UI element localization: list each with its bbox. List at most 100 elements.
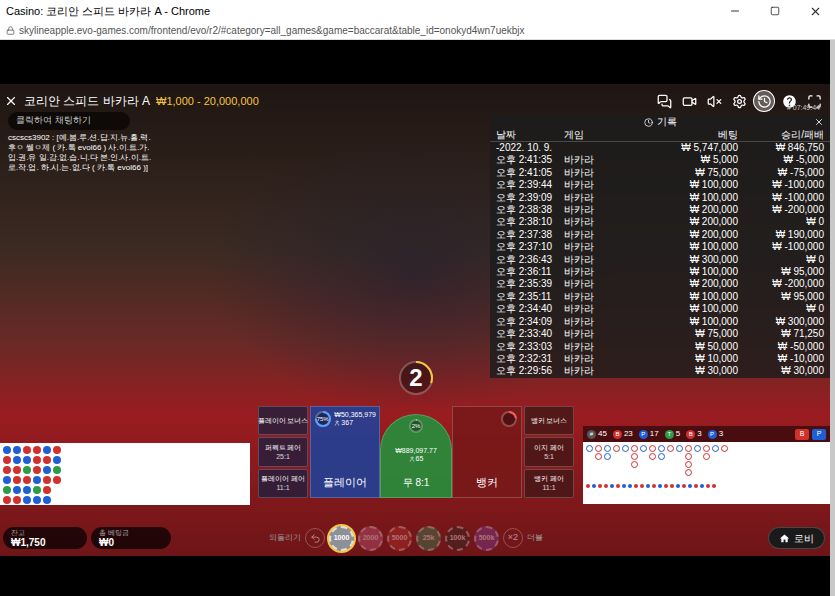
history-row[interactable]: 오후 2:37:10바카라₩ 100,000₩ -100,000 bbox=[490, 241, 830, 253]
history-row[interactable]: 오후 2:35:39바카라₩ 200,000₩ -200,000 bbox=[490, 278, 830, 290]
history-row[interactable]: 오후 2:38:38바카라₩ 200,000₩ -200,000 bbox=[490, 204, 830, 216]
chat-button[interactable] bbox=[654, 91, 674, 111]
side-bet-label: 플레이어 보너스 bbox=[258, 416, 309, 425]
row-result: ₩ -200,000 bbox=[738, 278, 824, 290]
row-game: 바카라 bbox=[564, 341, 620, 353]
settings-button[interactable] bbox=[729, 91, 749, 111]
derived-mark bbox=[616, 484, 620, 488]
derived-mark bbox=[628, 484, 632, 488]
bead bbox=[53, 466, 61, 474]
bead bbox=[43, 466, 51, 474]
prediction-button[interactable]: B bbox=[795, 429, 809, 440]
big-road-column bbox=[703, 445, 710, 481]
derived-mark bbox=[658, 484, 662, 488]
row-result: ₩ -10,000 bbox=[738, 353, 824, 365]
row-result: ₩ -100,000 bbox=[738, 179, 824, 191]
history-row[interactable]: 오후 2:32:31바카라₩ 10,000₩ -10,000 bbox=[490, 353, 830, 365]
stat-badge: # bbox=[587, 430, 596, 439]
big-road-mark bbox=[631, 445, 638, 452]
history-button[interactable] bbox=[754, 91, 774, 111]
bead bbox=[33, 446, 41, 454]
stats-row: #45B23P17T5B3P3BP bbox=[583, 426, 830, 442]
tie-label: 무 8:1 bbox=[403, 475, 430, 490]
chip[interactable]: 1000 bbox=[329, 526, 354, 551]
right-side-bets: 뱅커 보너스이지 페어5:1 뱅커 페어11:1 bbox=[524, 406, 574, 498]
history-row[interactable]: 오후 2:37:38바카라₩ 200,000₩ 190,000 bbox=[490, 229, 830, 241]
game-column: 코리안 스피드 바카라 A₩1,000 - 20,000,000# 07:49:… bbox=[0, 40, 830, 596]
history-row[interactable]: 오후 2:34:09바카라₩ 100,000₩ 300,000 bbox=[490, 316, 830, 328]
big-road-column bbox=[658, 445, 665, 481]
title-bar: Casino: 코리안 스피드 바카라 A - Chrome bbox=[0, 0, 835, 22]
prediction-button[interactable]: P bbox=[812, 429, 826, 440]
history-row[interactable]: 오후 2:39:09바카라₩ 100,000₩ -100,000 bbox=[490, 192, 830, 204]
history-header: 기록 bbox=[490, 115, 830, 129]
chip[interactable]: 100k bbox=[445, 526, 470, 551]
big-road-mark bbox=[658, 445, 665, 452]
row-result: ₩ -5,000 bbox=[738, 154, 824, 166]
history-row[interactable]: 오후 2:33:03바카라₩ 50,000₩ -50,000 bbox=[490, 341, 830, 353]
row-bet: ₩ 200,000 bbox=[620, 229, 738, 241]
chip[interactable]: 2000 bbox=[358, 526, 383, 551]
big-road-mark bbox=[703, 445, 710, 452]
history-row[interactable]: 오후 2:38:10바카라₩ 200,000₩ 0 bbox=[490, 216, 830, 228]
history-row[interactable]: 오후 2:39:44바카라₩ 100,000₩ -100,000 bbox=[490, 179, 830, 191]
undo-button[interactable] bbox=[305, 528, 325, 548]
big-road-column bbox=[640, 445, 647, 481]
stat: B23 bbox=[613, 428, 633, 440]
history-row[interactable]: 오후 2:29:56바카라₩ 30,000₩ 30,000 bbox=[490, 365, 830, 377]
banker-bet[interactable]: 뱅커 bbox=[452, 406, 522, 498]
bead bbox=[23, 456, 31, 464]
stat-badge: P bbox=[708, 430, 717, 439]
history-row[interactable]: 오후 2:41:05바카라₩ 75,000₩ -75,000 bbox=[490, 167, 830, 179]
side-bet[interactable]: 플레이어 페어11:1 bbox=[258, 469, 308, 498]
derived-mark bbox=[664, 484, 668, 488]
row-result: ₩ -75,000 bbox=[738, 167, 824, 179]
close-button[interactable] bbox=[795, 0, 835, 22]
video-button[interactable] bbox=[679, 91, 699, 111]
roadmap-board bbox=[583, 442, 830, 504]
derived-mark bbox=[700, 484, 704, 488]
maximize-button[interactable] bbox=[755, 0, 795, 22]
bead bbox=[33, 466, 41, 474]
chip[interactable]: 500k bbox=[474, 526, 499, 551]
side-bet[interactable]: 뱅커 보너스 bbox=[524, 406, 574, 435]
bead bbox=[33, 456, 41, 464]
row-time: 오후 2:35:11 bbox=[496, 291, 564, 303]
big-road-mark bbox=[604, 445, 611, 452]
left-side-bets: 플레이어 보너스퍼펙트 페어25:1 플레이어 페어11:1 bbox=[258, 406, 308, 498]
chip[interactable]: 25k bbox=[416, 526, 441, 551]
side-bet[interactable]: 플레이어 보너스 bbox=[258, 406, 308, 435]
chat-input[interactable]: 클릭하여 채팅하기 bbox=[8, 112, 130, 130]
row-result: ₩ 0 bbox=[738, 216, 824, 228]
history-row[interactable]: 오후 2:36:11바카라₩ 100,000₩ 95,000 bbox=[490, 266, 830, 278]
big-road-mark bbox=[703, 453, 710, 460]
game-stage: 코리안 스피드 바카라 A₩1,000 - 20,000,000# 07:49:… bbox=[0, 84, 830, 556]
row-result: ₩ 300,000 bbox=[738, 316, 824, 328]
side-bet[interactable]: 이지 페어5:1 bbox=[524, 437, 574, 466]
minimize-button[interactable] bbox=[715, 0, 755, 22]
close-history-icon[interactable] bbox=[814, 117, 824, 127]
history-row[interactable]: 오후 2:34:40바카라₩ 100,000₩ 0 bbox=[490, 303, 830, 315]
side-bet[interactable]: 뱅커 페어11:1 bbox=[524, 469, 574, 498]
history-row[interactable]: 오후 2:41:35바카라₩ 5,000₩ -5,000 bbox=[490, 154, 830, 166]
address-bar[interactable]: skylineapple.evo-games.com/frontend/evo/… bbox=[0, 22, 835, 40]
side-bet[interactable]: 퍼펙트 페어25:1 bbox=[258, 437, 308, 466]
lobby-button[interactable]: 로비 bbox=[768, 527, 825, 549]
tie-bet[interactable]: 2%₩889,097.7765무 8:1 bbox=[380, 414, 452, 498]
chip[interactable]: 5000 bbox=[387, 526, 412, 551]
derived-mark bbox=[610, 484, 614, 488]
history-row[interactable]: 오후 2:36:43바카라₩ 300,000₩ 0 bbox=[490, 254, 830, 266]
side-bet-label: 뱅커 보너스 bbox=[531, 416, 568, 425]
row-time: 오후 2:41:05 bbox=[496, 167, 564, 179]
chat-placeholder: 클릭하여 채팅하기 bbox=[16, 114, 91, 128]
player-bet[interactable]: 75%₩50,365,979367플레이어 bbox=[310, 406, 380, 498]
double-button[interactable]: ×2 bbox=[503, 528, 523, 548]
undo-icon bbox=[310, 533, 321, 544]
close-game-icon[interactable] bbox=[4, 94, 18, 108]
sound-button[interactable] bbox=[704, 91, 724, 111]
history-row[interactable]: 오후 2:35:11바카라₩ 100,000₩ 95,000 bbox=[490, 291, 830, 303]
row-result: ₩ 0 bbox=[738, 303, 824, 315]
bead bbox=[13, 456, 21, 464]
history-row[interactable]: 오후 2:33:40바카라₩ 75,000₩ 71,250 bbox=[490, 328, 830, 340]
row-bet: ₩ 200,000 bbox=[620, 216, 738, 228]
